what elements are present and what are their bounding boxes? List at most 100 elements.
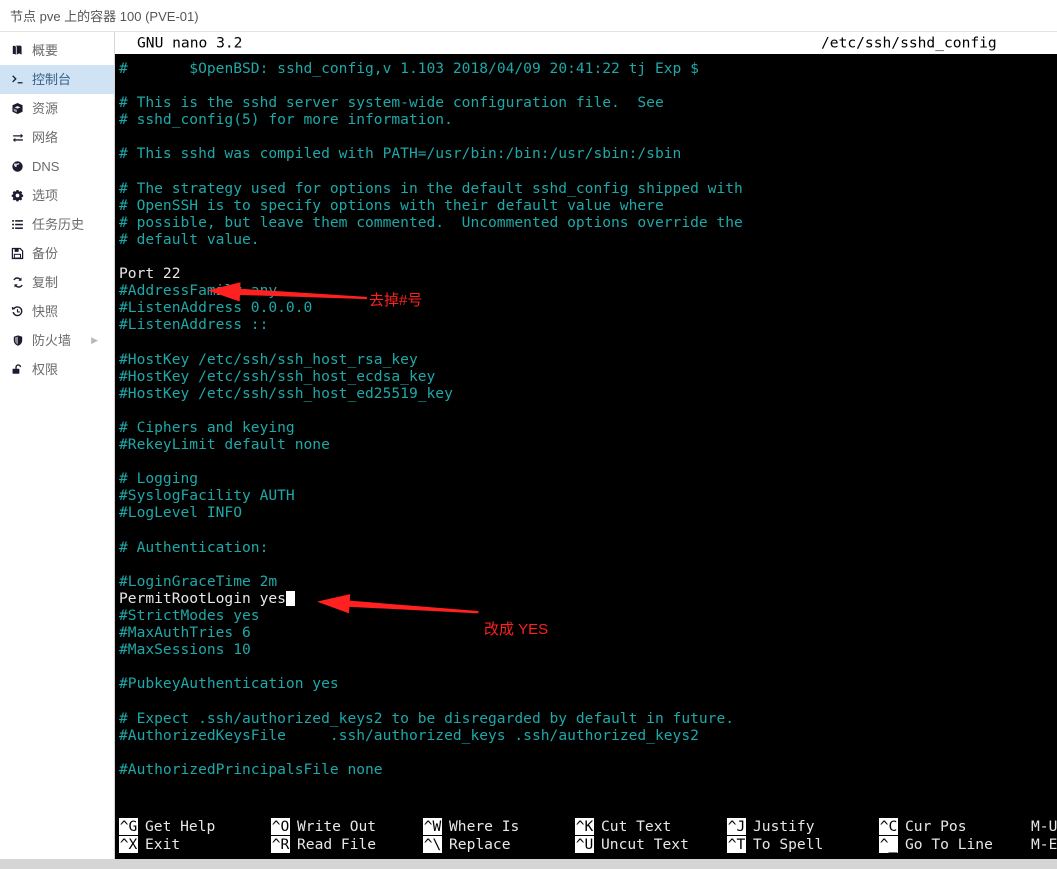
shortcut-group-3: ^K Cut Text ^U Uncut Text [575, 817, 689, 853]
shortcut-key: M-U [1031, 817, 1057, 835]
shortcut-label: Uncut Text [601, 835, 689, 853]
sidebar-item-3[interactable]: 网络 [0, 123, 114, 152]
shortcut-label: Cur Pos [905, 817, 967, 835]
nano-line: #MaxAuthTries 6 [119, 624, 1057, 641]
nano-line-text: #ListenAddress :: [119, 316, 269, 334]
sidebar-item-label: 控制台 [32, 71, 72, 87]
sidebar-item-5[interactable]: 选项 [0, 181, 114, 210]
shortcut-entry[interactable]: ^R Read File [271, 835, 376, 853]
shortcut-entry[interactable]: M-U [1031, 817, 1057, 835]
nano-shortcut-bar: ^G Get Help ^X Exit ^O Write Out ^R Read File ^W… [115, 813, 1057, 859]
shortcut-entry[interactable]: ^W Where Is [423, 817, 519, 835]
nano-line: #AuthorizedPrincipalsFile none [119, 761, 1057, 778]
nano-line [119, 334, 1057, 351]
shortcut-entry[interactable]: ^O Write Out [271, 817, 376, 835]
shortcut-label: Where Is [449, 817, 520, 835]
nano-line: # Logging [119, 470, 1057, 487]
snapshot-icon [8, 305, 27, 318]
shortcut-entry[interactable]: ^K Cut Text [575, 817, 689, 835]
sidebar-item-label: 概要 [32, 42, 59, 58]
shortcut-entry[interactable]: ^U Uncut Text [575, 835, 689, 853]
nano-line-text: #SyslogFacility AUTH [119, 487, 295, 505]
nano-line: #RekeyLimit default none [119, 436, 1057, 453]
nano-line [119, 248, 1057, 265]
nano-line: #PubkeyAuthentication yes [119, 675, 1057, 692]
sidebar-item-7[interactable]: 备份 [0, 239, 114, 268]
sidebar-item-label: 快照 [32, 303, 59, 319]
chevron-right-icon: ▶ [91, 335, 98, 345]
sidebar-item-2[interactable]: 资源 [0, 94, 114, 123]
shortcut-key: ^G [119, 817, 138, 835]
shortcut-label: Cut Text [601, 817, 672, 835]
shortcut-label: Replace [449, 835, 511, 853]
sidebar-item-10[interactable]: 防火墙 ▶ [0, 326, 114, 355]
sidebar-item-1[interactable]: 控制台 [0, 65, 114, 94]
nano-line-text: # possible, but leave them commented. Un… [119, 213, 743, 231]
sidebar-filler [0, 384, 114, 859]
shortcut-entry[interactable]: ^C Cur Pos [879, 817, 993, 835]
sidebar-item-label: 网络 [32, 129, 59, 145]
nano-line-text: # This sshd was compiled with PATH=/usr/… [119, 145, 682, 163]
nano-line-text: # Expect .ssh/authorized_keys2 to be dis… [119, 709, 735, 727]
nano-line: #AuthorizedKeysFile .ssh/authorized_keys… [119, 727, 1057, 744]
nano-text-area[interactable]: # $OpenBSD: sshd_config,v 1.103 2018/04/… [115, 54, 1057, 813]
shortcut-key: ^J [727, 817, 746, 835]
text-cursor [285, 590, 295, 606]
nano-line-text: # The strategy used for options in the d… [119, 179, 743, 197]
nano-line [119, 453, 1057, 470]
shortcut-entry[interactable]: ^J Justify [727, 817, 823, 835]
shortcut-group-1: ^O Write Out ^R Read File [271, 817, 376, 853]
shortcut-key: ^O [271, 817, 290, 835]
list-icon [8, 218, 27, 231]
nano-line [119, 692, 1057, 709]
nano-line: # OpenSSH is to specify options with the… [119, 197, 1057, 214]
nano-line-text: #PubkeyAuthentication yes [119, 675, 339, 693]
shortcut-key: ^C [879, 817, 898, 835]
nano-line [119, 522, 1057, 539]
sidebar-item-label: 复制 [32, 274, 59, 290]
nano-line: PermitRootLogin yes [119, 590, 1057, 607]
shortcut-entry[interactable]: M-E [1031, 835, 1057, 853]
nano-line-text: #AuthorizedKeysFile .ssh/authorized_keys… [119, 726, 699, 744]
shortcut-entry[interactable]: ^T To Spell [727, 835, 823, 853]
shortcut-entry[interactable]: ^X Exit [119, 835, 215, 853]
sidebar-item-label: 任务历史 [32, 216, 85, 232]
nano-line [119, 77, 1057, 94]
nano-line-text: #RekeyLimit default none [119, 436, 330, 454]
nano-line: # Ciphers and keying [119, 419, 1057, 436]
replicate-icon [8, 276, 27, 289]
shortcut-group-6: M-U M-E [1031, 817, 1057, 853]
shortcut-group-2: ^W Where Is ^\ Replace [423, 817, 519, 853]
nano-line-text: #MaxSessions 10 [119, 641, 251, 659]
sidebar-item-9[interactable]: 快照 [0, 297, 114, 326]
shortcut-label: Get Help [145, 817, 216, 835]
shortcut-key: ^\ [423, 835, 442, 853]
bottom-strip-left [0, 859, 115, 869]
shortcut-entry[interactable]: ^\ Replace [423, 835, 519, 853]
sidebar-item-label: DNS [32, 158, 60, 174]
sidebar-item-4[interactable]: DNS [0, 152, 114, 181]
shortcut-group-4: ^J Justify ^T To Spell [727, 817, 823, 853]
nano-line [119, 556, 1057, 573]
nano-line-text: #HostKey /etc/ssh/ssh_host_rsa_key [119, 350, 418, 368]
nano-line: #LogLevel INFO [119, 504, 1057, 521]
sidebar-item-8[interactable]: 复制 [0, 268, 114, 297]
nano-line: # The strategy used for options in the d… [119, 180, 1057, 197]
shortcut-entry[interactable]: ^G Get Help [119, 817, 215, 835]
shortcut-entry[interactable]: ^_ Go To Line [879, 835, 993, 853]
shortcut-key: ^_ [879, 835, 898, 853]
sidebar-item-0[interactable]: 概要 [0, 36, 114, 65]
nano-line-text: #LoginGraceTime 2m [119, 572, 278, 590]
sidebar-item-6[interactable]: 任务历史 [0, 210, 114, 239]
network-icon [8, 131, 27, 144]
globe-icon [8, 160, 27, 173]
nano-line: # $OpenBSD: sshd_config,v 1.103 2018/04/… [119, 60, 1057, 77]
unlock-icon [8, 363, 27, 376]
nano-line: # default value. [119, 231, 1057, 248]
shortcut-group-0: ^G Get Help ^X Exit [119, 817, 215, 853]
book-icon [8, 44, 27, 57]
nano-terminal[interactable]: GNU nano 3.2 /etc/ssh/sshd_config # $Ope… [115, 32, 1057, 859]
gear-icon [8, 189, 27, 202]
sidebar-item-11[interactable]: 权限 [0, 355, 114, 384]
bottom-strip-right [115, 859, 1057, 869]
